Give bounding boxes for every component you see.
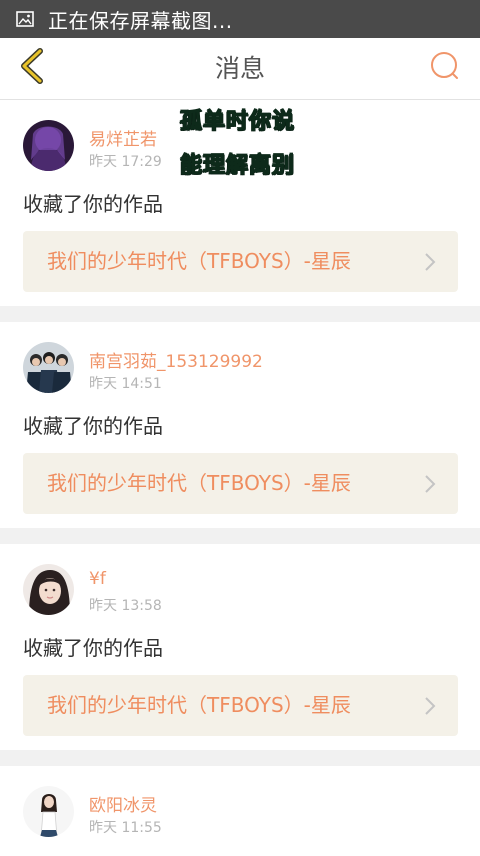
action-text: 收藏了你的作品 (23, 192, 163, 216)
work-title: 我们的少年时代（TFBOYS）-星辰 (47, 249, 351, 273)
overlay-text-line2: 能理解离别 (179, 153, 296, 179)
chevron-right-icon (424, 474, 436, 494)
username[interactable]: 南宫羽茹_153129992 (89, 347, 263, 372)
avatar[interactable] (23, 786, 74, 837)
avatar[interactable] (23, 564, 74, 615)
message-card: ¥f 昨天 13:58 收藏了你的作品 我们的少年时代（TFBOYS）-星辰 (0, 544, 480, 750)
work-title: 我们的少年时代（TFBOYS）-星辰 (47, 471, 351, 495)
search-icon (429, 50, 461, 86)
action-text: 收藏了你的作品 (23, 414, 163, 438)
work-title: 我们的少年时代（TFBOYS）-星辰 (47, 693, 351, 717)
timestamp: 昨天 17:29 (89, 154, 162, 170)
avatar[interactable] (23, 120, 74, 171)
search-button[interactable] (428, 51, 462, 85)
work-link[interactable]: 我们的少年时代（TFBOYS）-星辰 (23, 675, 458, 736)
username[interactable]: 易烊芷若 (89, 125, 157, 150)
image-icon (16, 11, 34, 27)
status-bar: 正在保存屏幕截图... (0, 0, 480, 38)
message-card: 南宫羽茹_153129992 昨天 14:51 收藏了你的作品 我们的少年时代（… (0, 322, 480, 528)
timestamp: 昨天 11:55 (89, 820, 162, 836)
timestamp: 昨天 13:58 (89, 598, 162, 614)
work-link[interactable]: 我们的少年时代（TFBOYS）-星辰 (23, 453, 458, 514)
timestamp: 昨天 14:51 (89, 376, 162, 392)
username[interactable]: 欧阳冰灵 (89, 791, 157, 816)
avatar[interactable] (23, 342, 74, 393)
action-text: 收藏了你的作品 (23, 636, 163, 660)
page-title: 消息 (214, 54, 265, 83)
message-list: 易烊芷若 昨天 17:29 收藏了你的作品 我们的少年时代（TFBOYS）-星辰 (0, 100, 480, 856)
chevron-right-icon (424, 252, 436, 272)
chevron-right-icon (424, 696, 436, 716)
message-card: 欧阳冰灵 昨天 11:55 (0, 766, 480, 856)
work-link[interactable]: 我们的少年时代（TFBOYS）-星辰 (23, 231, 458, 292)
overlay-text-line1: 孤单时你说 (179, 109, 296, 135)
status-text: 正在保存屏幕截图... (48, 8, 233, 33)
nav-bar: 消息 (0, 38, 480, 100)
username[interactable]: ¥f (89, 569, 106, 589)
